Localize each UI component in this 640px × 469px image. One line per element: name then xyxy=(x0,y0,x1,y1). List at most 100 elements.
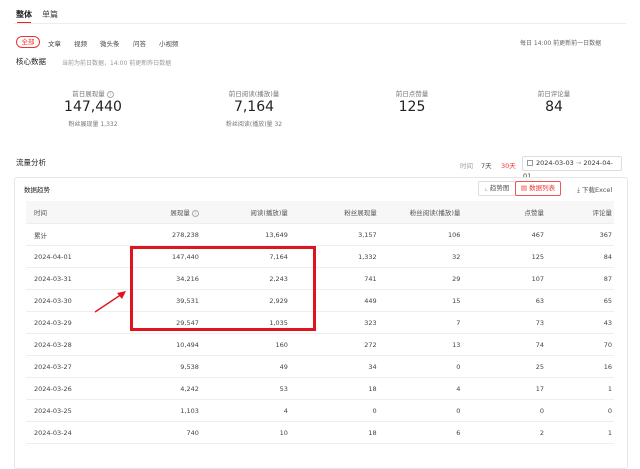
table-cell: 10,494 xyxy=(111,333,201,356)
update-note: 每日 14:00 前更新前一日数据 xyxy=(520,40,602,47)
table-row: 2024-03-25 1,103 4 0 0 0 0 xyxy=(26,399,614,422)
tab-single[interactable]: 单篇 xyxy=(42,9,58,20)
table-cell: 70 xyxy=(546,333,614,356)
table-cell: 65 xyxy=(546,289,614,312)
trend-chart-label: 趋势图 xyxy=(489,184,510,192)
arrow-annotation xyxy=(94,291,126,313)
data-table: 时间 展现量? 阅读(播放)量 粉丝展现量 粉丝阅读(播放)量 点赞量 评论量 … xyxy=(26,201,614,444)
data-list-label: 数据列表 xyxy=(529,184,556,192)
table-cell: 18 xyxy=(289,421,379,444)
table-cell: 32 xyxy=(378,245,463,268)
table-cell: 73 xyxy=(462,311,547,334)
traffic-title: 流量分析 xyxy=(16,158,46,167)
table-cell: 49 xyxy=(200,355,290,378)
download-label: 下载Excel xyxy=(581,186,613,194)
col-date: 时间 xyxy=(26,201,112,224)
core-data-title: 核心数据 xyxy=(16,57,46,66)
range-7-days[interactable]: 7天 xyxy=(481,160,492,170)
tab-overall[interactable]: 整体 xyxy=(16,9,32,24)
table-cell: 1 xyxy=(546,421,614,444)
table-cell: 53 xyxy=(200,377,290,400)
stat-comments-value: 84 xyxy=(545,99,563,115)
table-cell: 25 xyxy=(462,355,547,378)
filter-qa[interactable]: 问答 xyxy=(133,38,146,48)
table-cell: 367 xyxy=(546,223,614,246)
table-cell: 13,649 xyxy=(200,223,290,246)
table-cell: 9,538 xyxy=(111,355,201,378)
table-cell: 2024-03-27 xyxy=(26,355,112,378)
table-cell: 15 xyxy=(378,289,463,312)
filter-video[interactable]: 视频 xyxy=(74,38,87,48)
stat-reads-value: 7,164 xyxy=(233,99,275,115)
download-icon: ⤓ xyxy=(577,186,580,194)
table-row: 2024-03-31 34,216 2,243 741 29 107 87 xyxy=(26,267,614,290)
trend-chart-button[interactable]: ⌞ 趋势图 xyxy=(478,181,516,196)
table-row: 2024-04-01 147,440 7,164 1,332 32 125 84 xyxy=(26,245,614,268)
core-data-note: 当前为前日数据，14:00 前更新昨日数据 xyxy=(62,60,172,67)
table-cell: 1,103 xyxy=(111,399,201,422)
filter-article[interactable]: 文章 xyxy=(48,38,61,48)
table-cell: 2024-03-28 xyxy=(26,333,112,356)
range-30-days[interactable]: 30天 xyxy=(501,160,516,170)
table-cell: 17 xyxy=(462,377,547,400)
chart-icon: ⌞ xyxy=(484,184,488,192)
table-cell: 累计 xyxy=(26,223,112,246)
table-cell: 18 xyxy=(289,377,379,400)
table-cell: 2 xyxy=(462,421,547,444)
panel-title: 数据趋势 xyxy=(24,186,50,194)
highlight-box xyxy=(130,246,316,331)
table-row: 2024-03-24 740 10 18 6 2 1 xyxy=(26,421,614,444)
table-cell: 2024-03-25 xyxy=(26,399,112,422)
table-row: 累计 278,238 13,649 3,157 106 467 367 xyxy=(26,223,614,246)
download-excel-button[interactable]: ⤓ 下载Excel xyxy=(577,184,612,195)
table-cell: 272 xyxy=(289,333,379,356)
table-cell: 16 xyxy=(546,355,614,378)
table-cell: 278,238 xyxy=(111,223,201,246)
table-cell: 84 xyxy=(546,245,614,268)
table-cell: 7 xyxy=(378,311,463,334)
table-cell: 3,157 xyxy=(289,223,379,246)
table-row: 2024-03-27 9,538 49 34 0 25 16 xyxy=(26,355,614,378)
filter-weitoutiao[interactable]: 微头条 xyxy=(100,38,120,48)
stat-impressions-label: 前日展现量? xyxy=(63,88,123,98)
table-cell: 0 xyxy=(546,399,614,422)
help-icon[interactable]: ? xyxy=(191,209,199,217)
table-cell: 29 xyxy=(378,267,463,290)
filter-short-video[interactable]: 小视频 xyxy=(159,38,179,48)
col-reads: 阅读(播放)量 xyxy=(200,201,290,224)
col-fan-impressions: 粉丝展现量 xyxy=(289,201,379,224)
list-icon: ▤ xyxy=(520,184,528,192)
table-cell: 87 xyxy=(546,267,614,290)
table-cell: 2024-03-26 xyxy=(26,377,112,400)
time-label: 时间 xyxy=(460,162,473,170)
table-cell: 63 xyxy=(462,289,547,312)
data-list-button[interactable]: ▤ 数据列表 xyxy=(515,181,561,196)
table-cell: 106 xyxy=(378,223,463,246)
table-cell: 0 xyxy=(289,399,379,422)
table-cell: 2024-03-24 xyxy=(26,421,112,444)
table-cell: 43 xyxy=(546,311,614,334)
table-cell: 0 xyxy=(462,399,547,422)
table-cell: 740 xyxy=(111,421,201,444)
stat-likes-value: 125 xyxy=(398,99,426,115)
help-icon[interactable]: ? xyxy=(106,90,114,98)
table-cell: 467 xyxy=(462,223,547,246)
stat-reads-sub: 粉丝阅读(播放)量 32 xyxy=(225,121,283,128)
date-range-picker[interactable]: 2024-03-03 → 2024-04-01 xyxy=(522,156,622,180)
table-cell: 4 xyxy=(200,399,290,422)
filter-all[interactable]: 全部 xyxy=(16,36,40,48)
table-cell: 10 xyxy=(200,421,290,444)
col-comments: 评论量 xyxy=(546,201,614,224)
date-start: 2024-03-03 xyxy=(536,159,574,167)
stat-reads-label: 前日阅读(播放)量 xyxy=(228,90,280,98)
table-cell: 74 xyxy=(462,333,547,356)
tabs-divider xyxy=(14,23,626,24)
table-cell: 34 xyxy=(289,355,379,378)
table-cell: 1 xyxy=(546,377,614,400)
date-separator: → xyxy=(575,159,582,167)
table-cell: 0 xyxy=(378,355,463,378)
col-likes: 点赞量 xyxy=(462,201,547,224)
col-fan-reads: 粉丝阅读(播放)量 xyxy=(378,201,463,224)
table-cell: 125 xyxy=(462,245,547,268)
table-cell: 160 xyxy=(200,333,290,356)
